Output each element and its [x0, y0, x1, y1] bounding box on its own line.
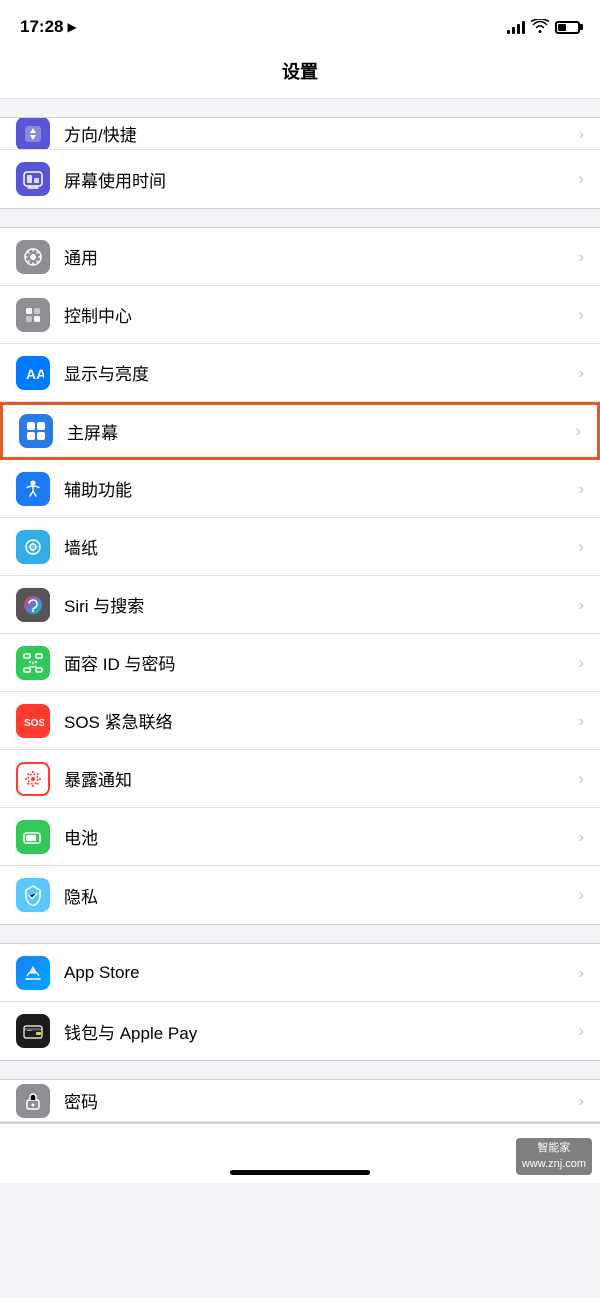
accessibility-chevron: ›: [578, 479, 584, 499]
section-password: 密码 ›: [0, 1079, 600, 1123]
faceid-icon: [16, 646, 50, 680]
display-chevron: ›: [578, 363, 584, 383]
wifi-icon: [531, 19, 549, 36]
general-chevron: ›: [578, 247, 584, 267]
section-store: App Store › 钱包与 Apple Pay ›: [0, 943, 600, 1061]
appstore-row[interactable]: App Store ›: [0, 944, 600, 1002]
status-time: 17:28: [20, 17, 63, 37]
screen-time-label: 屏幕使用时间: [64, 167, 570, 192]
battery-label: 电池: [64, 824, 570, 849]
screen-time-chevron: ›: [578, 169, 584, 189]
control-center-icon: [16, 298, 50, 332]
home-screen-chevron: ›: [575, 421, 581, 441]
display-label: 显示与亮度: [64, 360, 570, 385]
faceid-label: 面容 ID 与密码: [64, 650, 570, 675]
privacy-label: 隐私: [64, 883, 570, 908]
fangxiang-label: 方向/快捷: [64, 121, 570, 146]
battery-chevron: ›: [578, 827, 584, 847]
status-icons: [507, 19, 580, 36]
home-screen-label: 主屏幕: [67, 419, 567, 444]
siri-label: Siri 与搜索: [64, 592, 570, 617]
privacy-chevron: ›: [578, 885, 584, 905]
section-top: 方向/快捷 › 屏幕使用时间 ›: [0, 117, 600, 209]
partial-fangxiang-row[interactable]: 方向/快捷 ›: [0, 118, 600, 150]
wallet-icon: [16, 1014, 50, 1048]
exposure-row[interactable]: 暴露通知 ›: [0, 750, 600, 808]
home-screen-icon: [19, 414, 53, 448]
svg-text:SOS: SOS: [24, 718, 44, 729]
accessibility-icon: [16, 472, 50, 506]
wallpaper-chevron: ›: [578, 537, 584, 557]
accessibility-label: 辅助功能: [64, 476, 570, 501]
fangxiang-chevron: ›: [578, 124, 584, 144]
sos-icon: SOS: [16, 704, 50, 738]
wallpaper-row[interactable]: 墙纸 ›: [0, 518, 600, 576]
appstore-label: App Store: [64, 963, 570, 983]
wallet-label: 钱包与 Apple Pay: [64, 1019, 570, 1044]
faceid-row[interactable]: 面容 ID 与密码 ›: [0, 634, 600, 692]
general-row[interactable]: 通用 ›: [0, 228, 600, 286]
home-indicator-area: 智能家 www.znj.com: [0, 1123, 600, 1183]
page-title-bar: 设置: [0, 48, 600, 99]
battery-icon: [555, 21, 580, 34]
exposure-label: 暴露通知: [64, 766, 570, 791]
sos-chevron: ›: [578, 711, 584, 731]
general-label: 通用: [64, 244, 570, 269]
control-center-label: 控制中心: [64, 302, 570, 327]
screen-time-row[interactable]: 屏幕使用时间 ›: [0, 150, 600, 208]
page-title: 设置: [282, 62, 318, 82]
appstore-chevron: ›: [578, 963, 584, 983]
siri-chevron: ›: [578, 595, 584, 615]
siri-icon: [16, 588, 50, 622]
fangxiang-icon: [16, 118, 50, 150]
battery-row-icon: [16, 820, 50, 854]
location-icon: ▶: [67, 20, 76, 34]
faceid-chevron: ›: [578, 653, 584, 673]
section-general: 通用 › 控制中心 › AA 显示与亮度 ›: [0, 227, 600, 925]
wallpaper-label: 墙纸: [64, 534, 570, 559]
password-row-partial[interactable]: 密码 ›: [0, 1080, 600, 1122]
status-bar: 17:28 ▶: [0, 0, 600, 48]
watermark: 智能家 www.znj.com: [516, 1138, 592, 1175]
wallet-chevron: ›: [578, 1021, 584, 1041]
exposure-icon: [16, 762, 50, 796]
password-icon: [16, 1084, 50, 1118]
sos-row[interactable]: SOS SOS 紧急联络 ›: [0, 692, 600, 750]
wallet-row[interactable]: 钱包与 Apple Pay ›: [0, 1002, 600, 1060]
password-chevron: ›: [578, 1091, 584, 1111]
siri-row[interactable]: Siri 与搜索 ›: [0, 576, 600, 634]
password-label: 密码: [64, 1088, 570, 1113]
home-screen-row[interactable]: 主屏幕 ›: [0, 402, 600, 460]
privacy-row[interactable]: 隐私 ›: [0, 866, 600, 924]
display-icon: AA: [16, 356, 50, 390]
home-indicator: [230, 1170, 370, 1175]
signal-icon: [507, 20, 525, 34]
sos-label: SOS 紧急联络: [64, 708, 570, 733]
wallpaper-icon: [16, 530, 50, 564]
svg-text:AA: AA: [26, 366, 44, 382]
appstore-icon: [16, 956, 50, 990]
control-center-chevron: ›: [578, 305, 584, 325]
privacy-icon: [16, 878, 50, 912]
battery-row[interactable]: 电池 ›: [0, 808, 600, 866]
display-row[interactable]: AA 显示与亮度 ›: [0, 344, 600, 402]
accessibility-row[interactable]: 辅助功能 ›: [0, 460, 600, 518]
exposure-chevron: ›: [578, 769, 584, 789]
screen-time-icon: [16, 162, 50, 196]
general-icon: [16, 240, 50, 274]
control-center-row[interactable]: 控制中心 ›: [0, 286, 600, 344]
